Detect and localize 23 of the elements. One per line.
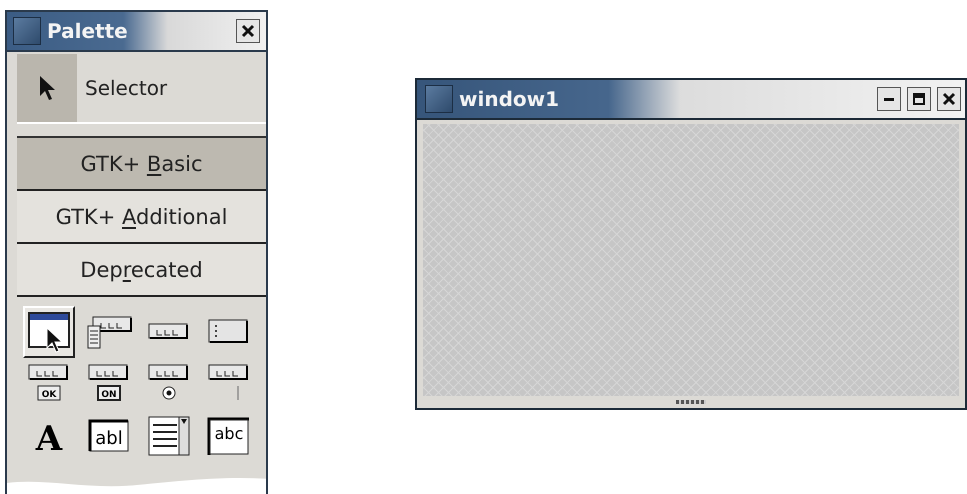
widget-tool-button[interactable] xyxy=(23,306,75,358)
window-icon xyxy=(27,310,71,354)
palette-tab[interactable]: GTK+ Additional xyxy=(17,191,266,244)
minimize-icon xyxy=(884,98,894,100)
maximize-button[interactable] xyxy=(907,87,931,111)
window-title: window1 xyxy=(459,87,560,111)
close-icon xyxy=(942,92,956,106)
selector-label: Selector xyxy=(85,76,168,100)
menubar-icon xyxy=(86,314,132,350)
resize-grip[interactable] xyxy=(676,400,706,404)
close-button[interactable] xyxy=(236,19,260,43)
palette-tab[interactable]: GTK+ Basic xyxy=(17,138,266,191)
close-icon xyxy=(241,24,255,38)
textview-icon xyxy=(147,415,191,457)
window-menu-icon[interactable] xyxy=(13,17,41,45)
window-menu-icon[interactable] xyxy=(425,85,453,113)
minimize-button[interactable] xyxy=(877,87,901,111)
toolbar-icon xyxy=(148,323,190,341)
palette-tab[interactable]: Deprecated xyxy=(17,244,266,297)
selector-button[interactable] xyxy=(17,54,77,122)
close-button[interactable] xyxy=(937,87,961,111)
maximize-icon xyxy=(912,92,926,106)
window-title: Palette xyxy=(47,19,129,43)
